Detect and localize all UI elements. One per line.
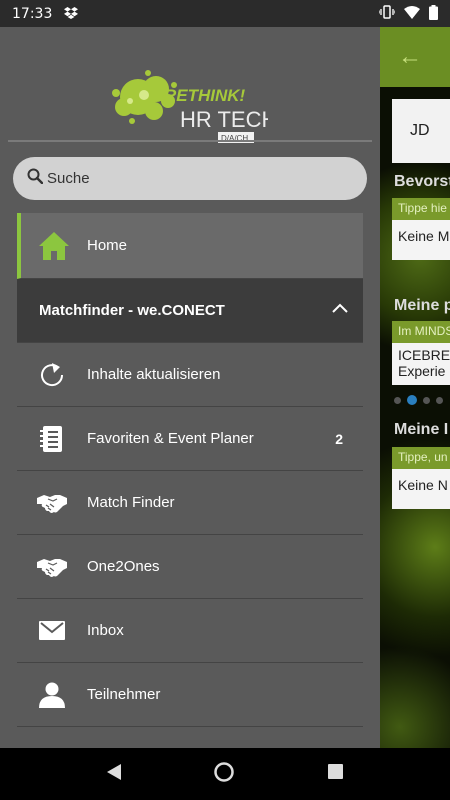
menu-item-label: Inhalte aktualisieren xyxy=(87,366,221,383)
drawer-menu: Home Matchfinder - we.CONECT Inhalte akt… xyxy=(17,213,363,727)
handshake-icon xyxy=(17,556,87,578)
back-arrow-icon[interactable]: ← xyxy=(398,43,422,71)
section-header-matchfinder[interactable]: Matchfinder - we.CONECT xyxy=(17,279,363,343)
avatar-initials: JD xyxy=(410,122,430,139)
clock: 17:33 xyxy=(12,5,53,22)
menu-item-inbox[interactable]: Inbox xyxy=(17,599,363,663)
search-input[interactable] xyxy=(47,170,347,187)
section-title: Meine p xyxy=(394,297,450,314)
home-icon xyxy=(21,231,87,261)
box-line: ICEBREA xyxy=(398,347,450,363)
recents-icon[interactable] xyxy=(327,763,344,785)
vibrate-icon xyxy=(378,5,396,22)
divider xyxy=(8,140,372,142)
box-line: Experie xyxy=(398,363,446,379)
logo-text-hrtech: HR TECH xyxy=(180,107,268,132)
dropbox-icon xyxy=(64,6,79,22)
person-icon xyxy=(17,682,87,708)
handshake-icon xyxy=(17,492,87,514)
notebook-icon xyxy=(17,425,87,453)
logo: RETHINK! HR TECH D/A/CH xyxy=(108,49,277,149)
section-title: Bevorst xyxy=(394,173,450,190)
refresh-icon xyxy=(17,361,87,389)
count-badge: 2 xyxy=(335,430,343,447)
menu-item-label: Inbox xyxy=(87,622,124,639)
section-box[interactable]: Keine M xyxy=(392,220,450,260)
section-hint: Tippe, un xyxy=(392,447,450,469)
menu-item-label: Favoriten & Event Planer xyxy=(87,430,254,447)
battery-icon xyxy=(429,4,438,23)
wifi-icon xyxy=(404,5,420,22)
menu-item-home[interactable]: Home xyxy=(17,213,363,279)
logo-text-rethink: RETHINK! xyxy=(164,86,246,105)
search-icon xyxy=(27,168,44,189)
home-button-icon[interactable] xyxy=(213,761,235,788)
background-app: ← JD Bevorst Tippe hie Keine M Meine p I… xyxy=(380,27,450,748)
section-box[interactable]: Keine N xyxy=(392,469,450,509)
section-title: Meine I xyxy=(394,421,449,438)
search-bar[interactable] xyxy=(13,157,367,200)
menu-item-match-finder[interactable]: Match Finder xyxy=(17,471,363,535)
status-bar: 17:33 xyxy=(0,0,450,27)
section-hint: Tippe hie xyxy=(392,198,450,220)
navigation-drawer: RETHINK! HR TECH D/A/CH Home Matchfinder… xyxy=(0,27,380,748)
menu-item-label: One2Ones xyxy=(87,558,160,575)
app-toolbar: ← xyxy=(380,27,450,87)
mail-icon xyxy=(17,621,87,640)
section-box[interactable]: ICEBREA Experie xyxy=(392,343,450,385)
menu-item-one2ones[interactable]: One2Ones xyxy=(17,535,363,599)
menu-item-attendees[interactable]: Teilnehmer xyxy=(17,663,363,727)
menu-item-label: Home xyxy=(87,237,128,254)
system-nav-bar xyxy=(0,748,450,800)
avatar[interactable]: JD xyxy=(392,99,450,163)
menu-item-label: Match Finder xyxy=(87,494,175,511)
section-hint: Im MINDS xyxy=(392,321,450,343)
chevron-up-icon[interactable] xyxy=(331,301,349,319)
back-icon[interactable] xyxy=(106,763,122,786)
page-indicator xyxy=(394,395,443,405)
menu-item-favorites[interactable]: Favoriten & Event Planer 2 xyxy=(17,407,363,471)
menu-item-refresh[interactable]: Inhalte aktualisieren xyxy=(17,343,363,407)
section-title: Matchfinder - we.CONECT xyxy=(39,302,225,319)
menu-item-label: Teilnehmer xyxy=(87,686,161,703)
